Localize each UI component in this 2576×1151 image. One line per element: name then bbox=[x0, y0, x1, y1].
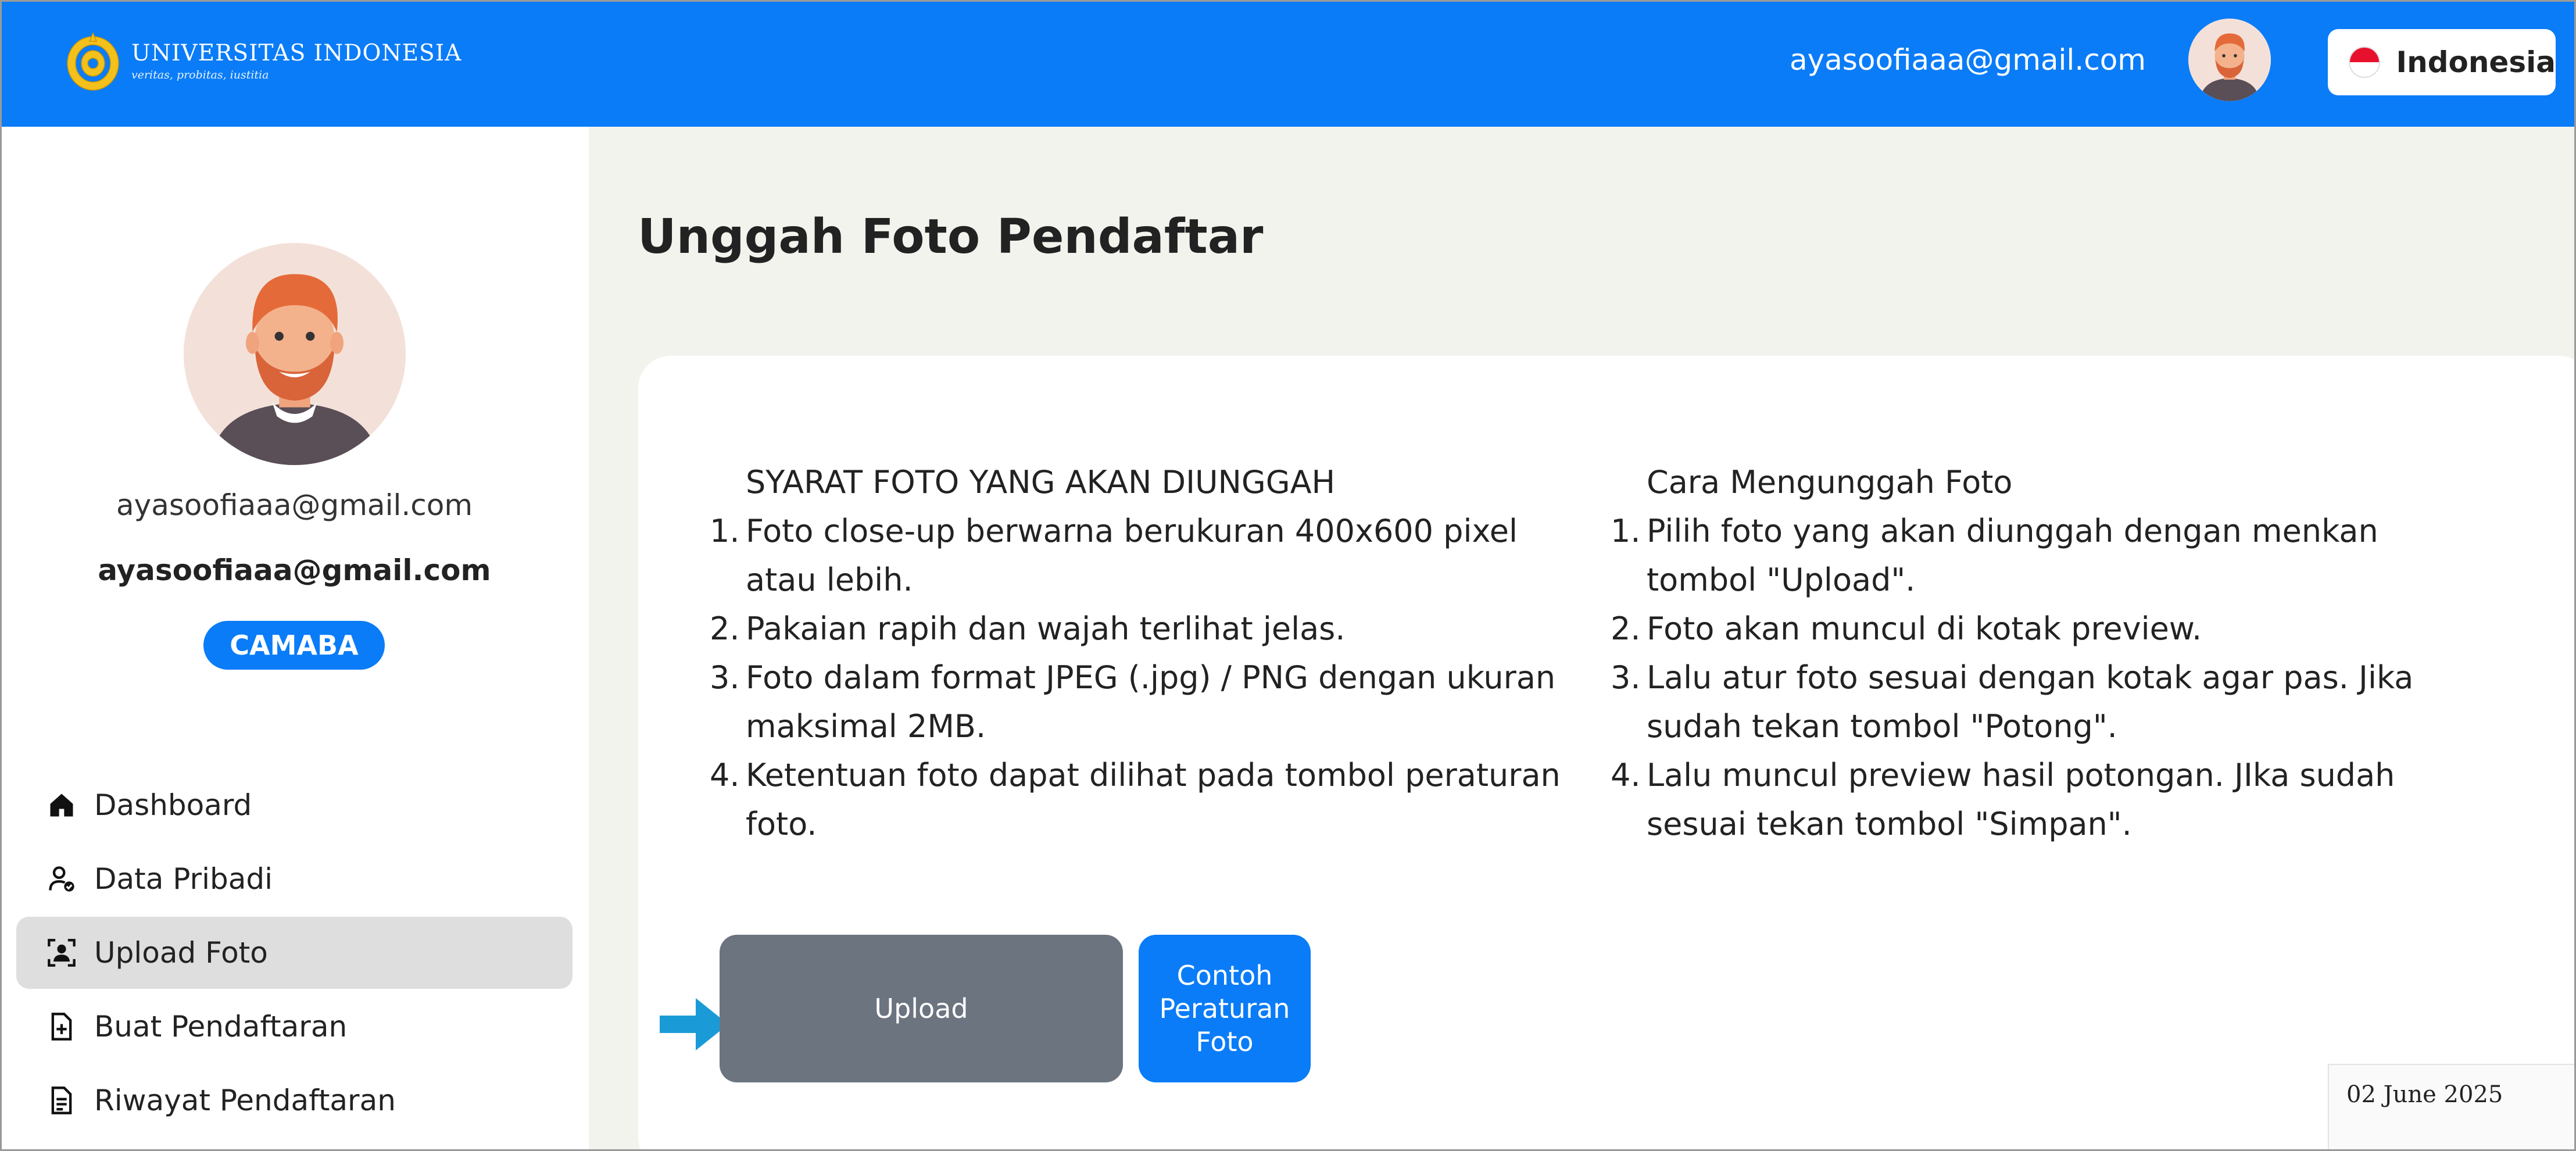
avatar-icon bbox=[184, 243, 406, 465]
file-text-icon bbox=[51, 1086, 72, 1114]
howto-list: Pilih foto yang akan diunggah dengan men… bbox=[1611, 507, 2484, 849]
makara-emblem-icon bbox=[67, 32, 119, 91]
header-user-email: ayasoofiaaa@gmail.com bbox=[1789, 43, 2146, 77]
profile-avatar bbox=[184, 243, 406, 465]
list-item: Ketentuan foto dapat dilihat pada tombol… bbox=[710, 751, 1561, 842]
sidebar-item-label: Buat Pendaftaran bbox=[94, 1010, 348, 1043]
howto-section: Cara Mengunggah Foto Pilih foto yang aka… bbox=[1611, 458, 2484, 849]
logo-tagline: veritas, probitas, iustitia bbox=[131, 69, 269, 81]
list-item: Lalu muncul preview hasil potongan. JIka… bbox=[1611, 751, 2395, 842]
top-bar: UNIVERSITAS INDONESIA veritas, probitas,… bbox=[0, 0, 2576, 127]
requirements-heading: SYARAT FOTO YANG AKAN DIUNGGAH bbox=[746, 464, 1336, 501]
sidebar-item-label: Riwayat Pendaftaran bbox=[94, 1084, 396, 1117]
logo-title: UNIVERSITAS INDONESIA bbox=[131, 40, 462, 66]
file-plus-icon bbox=[51, 1013, 72, 1041]
list-item: Foto akan muncul di kotak preview. bbox=[1611, 605, 2202, 653]
sidebar-username: ayasoofiaaa@gmail.com bbox=[98, 553, 491, 587]
upload-button[interactable]: Upload bbox=[720, 935, 1123, 1082]
avatar-icon bbox=[2188, 19, 2271, 101]
portrait-icon bbox=[48, 939, 76, 967]
page-title: Unggah Foto Pendaftar bbox=[638, 209, 1264, 264]
sidebar: ayasoofiaaa@gmail.com ayasoofiaaa@gmail.… bbox=[0, 127, 589, 1151]
list-item: Pakaian rapih dan wajah terlihat jelas. bbox=[710, 605, 1346, 653]
upload-card: SYARAT FOTO YANG AKAN DIUNGGAH Foto clos… bbox=[638, 356, 2576, 1151]
date-widget: 02 June 2025 bbox=[2328, 1064, 2576, 1151]
main-content: Unggah Foto Pendaftar SYARAT FOTO YANG A… bbox=[589, 127, 2576, 1151]
requirements-section: SYARAT FOTO YANG AKAN DIUNGGAH Foto clos… bbox=[710, 458, 1565, 849]
photo-rules-example-button[interactable]: Contoh Peraturan Foto bbox=[1139, 935, 1311, 1082]
howto-heading: Cara Mengunggah Foto bbox=[1647, 464, 2013, 501]
home-icon bbox=[50, 793, 73, 817]
sidebar-item-buat-pendaftaran[interactable]: Buat Pendaftaran bbox=[16, 991, 573, 1063]
role-badge: CAMABA bbox=[203, 621, 385, 670]
list-item: Foto dalam format JPEG (.jpg) / PNG deng… bbox=[710, 653, 1556, 745]
language-label: Indonesia bbox=[2396, 45, 2556, 79]
sidebar-item-dashboard[interactable]: Dashboard bbox=[16, 769, 573, 841]
list-item: Foto close-up berwarna berukuran 400x600… bbox=[710, 507, 1518, 598]
requirements-list: Foto close-up berwarna berukuran 400x600… bbox=[710, 507, 1565, 849]
header-avatar[interactable] bbox=[2188, 19, 2271, 101]
user-check-icon bbox=[49, 866, 74, 892]
sidebar-item-upload-foto[interactable]: Upload Foto bbox=[16, 917, 573, 989]
list-item: Pilih foto yang akan diunggah dengan men… bbox=[1611, 507, 2378, 598]
sidebar-item-data-pribadi[interactable]: Data Pribadi bbox=[16, 843, 573, 915]
list-item: Lalu atur foto sesuai dengan kotak agar … bbox=[1611, 653, 2414, 745]
sidebar-nav: Dashboard Data Pribadi Upload Foto Buat … bbox=[16, 769, 573, 1138]
sidebar-item-riwayat-pendaftaran[interactable]: Riwayat Pendaftaran bbox=[16, 1064, 573, 1136]
university-logo[interactable]: UNIVERSITAS INDONESIA veritas, probitas,… bbox=[64, 29, 461, 94]
sidebar-email: ayasoofiaaa@gmail.com bbox=[116, 488, 473, 522]
sidebar-item-label: Data Pribadi bbox=[94, 862, 273, 896]
current-date: 02 June 2025 bbox=[2346, 1081, 2503, 1108]
sidebar-item-label: Dashboard bbox=[94, 788, 252, 822]
indonesia-flag-icon bbox=[2349, 47, 2380, 78]
sidebar-item-label: Upload Foto bbox=[94, 936, 268, 970]
language-selector[interactable]: Indonesia bbox=[2328, 29, 2556, 95]
arrow-right-icon bbox=[660, 998, 728, 1050]
